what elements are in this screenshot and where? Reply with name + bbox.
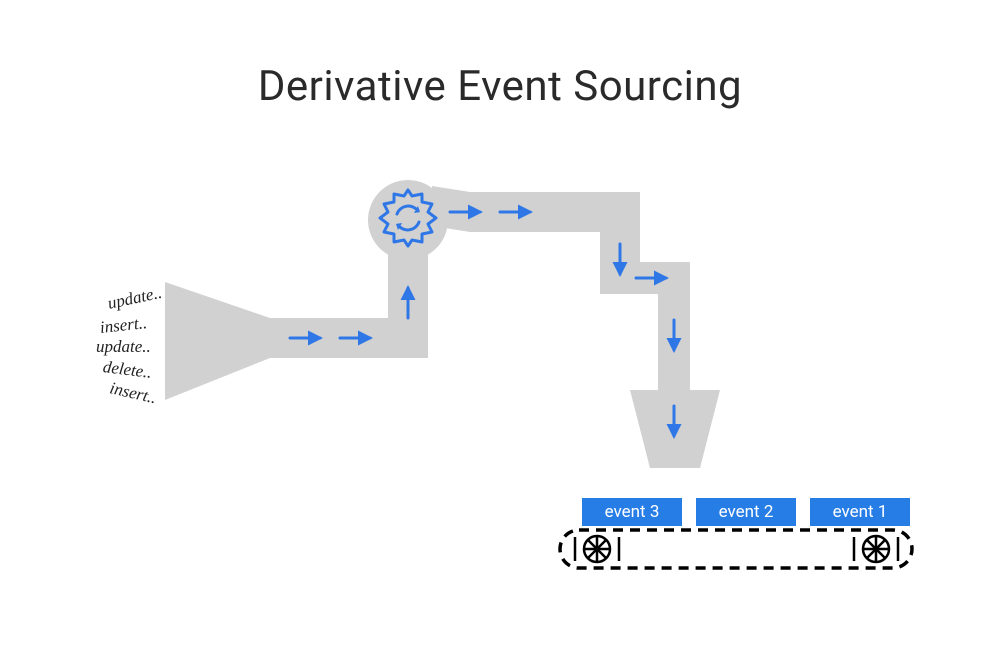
diagram-svg bbox=[0, 0, 1000, 666]
pipe-shape bbox=[165, 180, 720, 468]
conveyor-belt bbox=[560, 530, 912, 568]
